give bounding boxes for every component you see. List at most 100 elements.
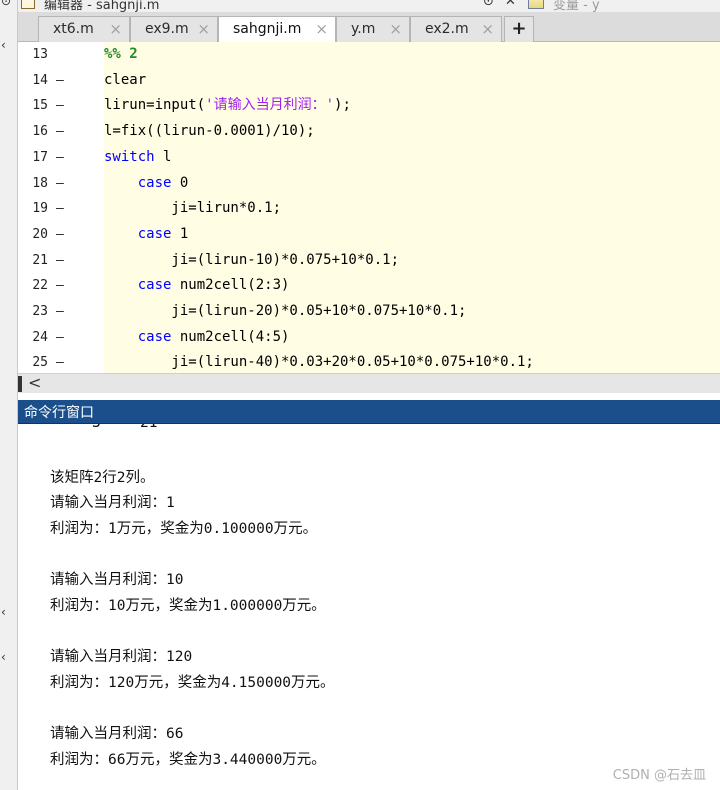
code-line-18: case 0 [104, 171, 720, 197]
left-side-panel-edge: ⊙ ‹ ‹ ‹ [0, 0, 18, 790]
code-text: ji=(lirun-40)*0.03+20*0.05+10*0.075+10*0… [104, 354, 534, 371]
line-number: 15 [32, 98, 48, 114]
output-line: 该矩阵2行2列。 [50, 470, 155, 486]
code-line-21: ji=(lirun-10)*0.075+10*0.1; [104, 248, 720, 274]
code-line-22: case num2cell(2:3) [104, 273, 720, 299]
code-line-23: ji=(lirun-20)*0.05+10*0.075+10*0.1; [104, 299, 720, 325]
code-keyword: case [137, 277, 172, 294]
close-tab-icon[interactable]: × [481, 17, 494, 41]
panel-chevron-icon[interactable]: ‹ [1, 38, 6, 52]
close-tab-icon[interactable]: × [315, 17, 328, 41]
line-number: 21 [32, 252, 48, 268]
panel-chevron-icon[interactable]: ‹ [1, 650, 6, 664]
close-panel-icon[interactable]: ✕ [505, 0, 516, 9]
code-keyword: switch [104, 148, 155, 165]
code-text: ); [334, 97, 351, 114]
breakpoint-marker[interactable]: — [56, 273, 64, 299]
line-number: 20 [32, 226, 48, 242]
code-line-20: case 1 [104, 222, 720, 248]
code-text: 1 [171, 225, 189, 242]
editor-window-title: 编辑器 - sahgnji.m [44, 0, 160, 12]
code-line-15: lirun=input('请输入当月利润：'); [104, 93, 720, 119]
scrollbar-thumb[interactable] [18, 376, 22, 392]
tab-ex9[interactable]: ex9.m × [130, 16, 218, 42]
code-line-17: switch l [104, 145, 720, 171]
code-line-14: clear [104, 68, 720, 94]
panel-menu-icon[interactable]: ⊙ [483, 0, 494, 9]
scroll-left-icon[interactable]: < [28, 373, 41, 392]
close-tab-icon[interactable]: × [109, 17, 122, 41]
command-window[interactable]: 3 21 该矩阵2行2列。 请输入当月利润：1 利润为：1万元，奖金为0.100… [18, 424, 720, 790]
code-text: 0 [171, 174, 189, 191]
tab-label: ex2.m [425, 21, 469, 37]
code-text: clear [104, 71, 147, 88]
tab-ex2[interactable]: ex2.m × [410, 16, 502, 42]
code-text: ji=(lirun-10)*0.075+10*0.1; [104, 251, 400, 268]
breakpoint-marker[interactable]: — [56, 171, 64, 197]
editor-document-icon [21, 0, 35, 9]
code-text-area[interactable]: %% 2 clear lirun=input('请输入当月利润：'); l=fi… [104, 42, 720, 373]
output-line: 请输入当月利润：1 [50, 495, 175, 511]
code-line-16: l=fix((lirun-0.0001)/10); [104, 119, 720, 145]
editor-tab-bar: xt6.m × ex9.m × sahgnji.m × y.m × ex2.m … [18, 12, 720, 43]
breakpoint-marker[interactable]: — [56, 145, 64, 171]
code-text: l=fix((lirun-0.0001)/10); [104, 123, 315, 140]
breakpoint-marker[interactable]: — [56, 222, 64, 248]
variable-editor-icon [528, 0, 544, 9]
variable-editor-title: 变量 - y [553, 0, 600, 12]
code-text: ji=(lirun-20)*0.05+10*0.075+10*0.1; [104, 303, 467, 319]
breakpoint-marker[interactable]: — [56, 119, 64, 145]
output-line: 利润为：10万元，奖金为1.000000万元。 [50, 598, 326, 614]
code-text: num2cell(4:5) [171, 328, 290, 345]
breakpoint-marker[interactable]: — [56, 68, 64, 94]
breakpoint-marker[interactable]: — [56, 299, 64, 325]
watermark: CSDN @石去皿 [612, 768, 706, 783]
code-line-13: %% 2 [104, 42, 720, 68]
code-keyword: case [137, 174, 172, 191]
code-text: num2cell(2:3) [171, 277, 290, 294]
line-number: 25 [32, 355, 48, 371]
code-string: '请输入当月利润：' [205, 97, 335, 114]
output-line: 利润为：1万元，奖金为0.100000万元。 [50, 521, 318, 537]
line-number-gutter: 13 14 — 15 — 16 — 17 — 18 — 19 — 20 — 21… [18, 42, 100, 373]
tab-label: sahgnji.m [233, 21, 302, 37]
breakpoint-marker[interactable]: — [56, 196, 64, 222]
code-text: l [154, 148, 172, 165]
output-partial-value: 3 [92, 424, 101, 431]
code-keyword: case [137, 225, 172, 242]
code-editor[interactable]: 13 14 — 15 — 16 — 17 — 18 — 19 — 20 — 21… [18, 42, 720, 373]
output-partial-value: 21 [140, 424, 157, 431]
tab-sahgnji[interactable]: sahgnji.m × [218, 16, 336, 43]
new-tab-button[interactable]: + [504, 16, 534, 42]
output-line: 利润为：120万元，奖金为4.150000万元。 [50, 675, 335, 691]
breakpoint-marker[interactable]: — [56, 93, 64, 119]
line-number: 23 [32, 304, 48, 319]
panel-fragment-glyph: ⊙ [1, 0, 12, 8]
line-number: 19 [32, 201, 48, 217]
code-line-25: ji=(lirun-40)*0.03+20*0.05+10*0.075+10*0… [104, 350, 720, 373]
cell-marker: %% 2 [104, 46, 138, 62]
tab-xt6[interactable]: xt6.m × [38, 16, 130, 42]
output-line: 请输入当月利润：66 [50, 726, 184, 742]
line-number: 18 [32, 175, 48, 191]
panel-chevron-icon[interactable]: ‹ [1, 605, 6, 619]
breakpoint-marker[interactable]: — [56, 350, 64, 373]
horizontal-scrollbar[interactable]: < [18, 373, 720, 393]
close-tab-icon[interactable]: × [197, 17, 210, 41]
command-window-title: 命令行窗口 [24, 405, 94, 421]
breakpoint-marker[interactable]: — [56, 248, 64, 274]
output-line: 请输入当月利润：10 [50, 572, 184, 588]
line-number: 14 [32, 72, 48, 88]
breakpoint-marker[interactable]: — [56, 325, 64, 351]
code-text: lirun=input( [104, 97, 206, 114]
close-tab-icon[interactable]: × [389, 17, 402, 41]
tab-y[interactable]: y.m × [336, 16, 410, 42]
line-number: 24 [32, 329, 48, 345]
code-line-24: case num2cell(4:5) [104, 325, 720, 351]
tab-label: ex9.m [145, 21, 189, 37]
editor-title-bar: 编辑器 - sahgnji.m ⊙ ✕ 变量 - y [18, 0, 720, 12]
tab-label: xt6.m [53, 21, 94, 37]
